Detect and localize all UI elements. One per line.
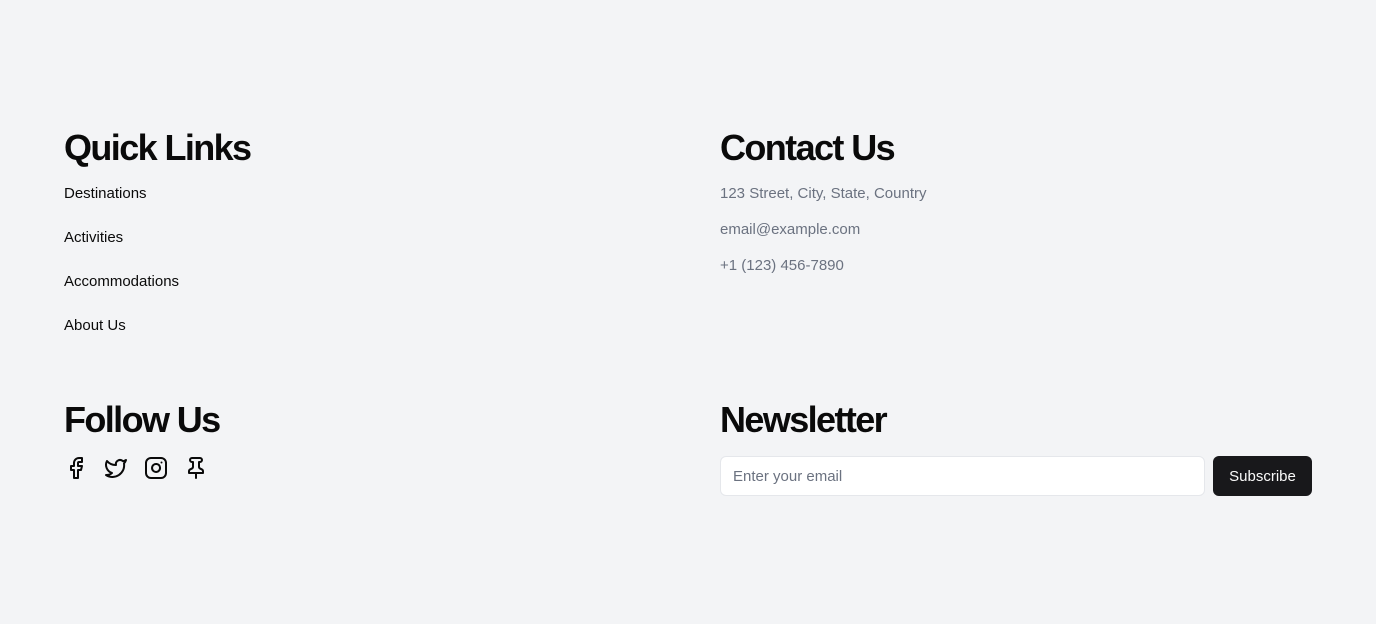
quick-links-list: Destinations Activities Accommodations A… (64, 184, 664, 360)
follow-heading: Follow Us (64, 399, 221, 440)
newsletter-form: Subscribe (720, 456, 1312, 496)
quick-links-heading: Quick Links (64, 127, 252, 168)
contact-section: Contact Us 123 Street, City, State, Coun… (720, 128, 1320, 292)
contact-email: email@example.com (720, 221, 861, 238)
list-item: Activities (64, 228, 664, 272)
newsletter-section: Newsletter Subscribe (720, 400, 1312, 496)
link-activities[interactable]: Activities (64, 228, 123, 248)
link-about-us[interactable]: About Us (64, 316, 126, 336)
contact-phone: +1 (123) 456-7890 (720, 257, 844, 274)
link-destinations[interactable]: Destinations (64, 184, 147, 204)
pin-icon[interactable] (184, 456, 208, 480)
follow-section: Follow Us (64, 400, 664, 480)
social-links (64, 456, 664, 480)
list-item: Destinations (64, 184, 664, 228)
newsletter-heading: Newsletter (720, 399, 888, 440)
contact-heading: Contact Us (720, 127, 896, 168)
quick-links-section: Quick Links Destinations Activities Acco… (64, 128, 664, 360)
site-footer: Quick Links Destinations Activities Acco… (0, 0, 1376, 624)
email-input[interactable] (720, 456, 1205, 496)
facebook-icon[interactable] (64, 456, 88, 480)
instagram-icon[interactable] (144, 456, 168, 480)
list-item: Accommodations (64, 272, 664, 316)
link-accommodations[interactable]: Accommodations (64, 272, 179, 292)
list-item: About Us (64, 316, 664, 360)
contact-address: 123 Street, City, State, Country (720, 185, 927, 202)
subscribe-button[interactable]: Subscribe (1213, 456, 1312, 496)
twitter-icon[interactable] (104, 456, 128, 480)
contact-list: 123 Street, City, State, Country email@e… (720, 184, 1320, 292)
